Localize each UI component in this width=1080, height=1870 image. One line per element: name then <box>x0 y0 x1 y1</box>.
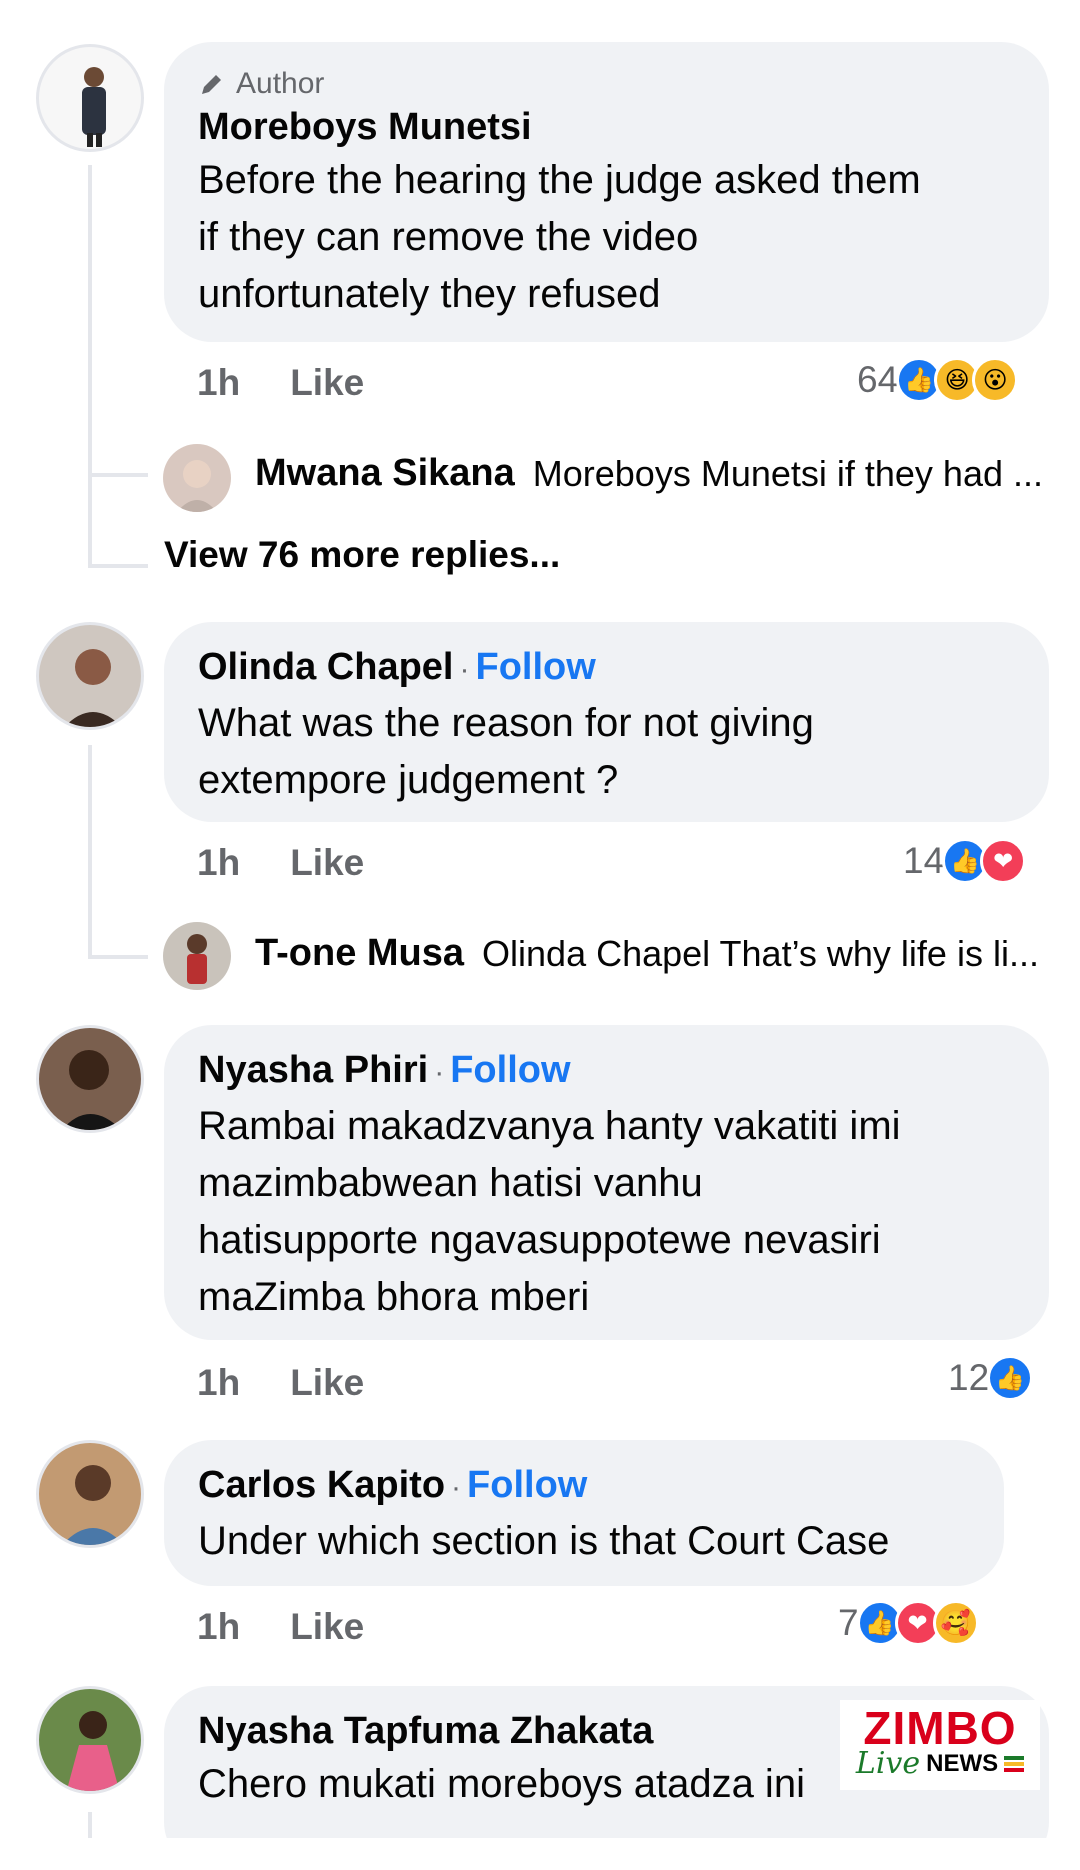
comment-text-line: hatisupporte ngavasuppotewe nevasiri <box>198 1218 881 1262</box>
reply-author[interactable]: T-one Musa <box>255 932 464 975</box>
avatar[interactable] <box>36 622 144 730</box>
love-icon: ❤ <box>980 838 1027 884</box>
commenter-header: Nyasha Phiri · Follow <box>198 1049 571 1091</box>
comment-meta: 1h Like <box>197 1606 364 1648</box>
zimbo-live-news-watermark: ZIMBO Live NEWS <box>840 1700 1040 1790</box>
reaction-summary[interactable]: 64 👍 😆 😮 <box>857 357 1019 403</box>
reply-preview[interactable]: Mwana Sikana Moreboys Munetsi if they ha… <box>255 452 1043 495</box>
follow-button[interactable]: Follow <box>475 646 595 688</box>
person-icon <box>64 649 122 727</box>
timestamp[interactable]: 1h <box>197 362 240 404</box>
commenter-header: Carlos Kapito · Follow <box>198 1464 588 1506</box>
reaction-count: 12 <box>948 1357 990 1398</box>
reaction-count: 14 <box>903 840 945 881</box>
timestamp[interactable]: 1h <box>197 1606 240 1648</box>
person-icon <box>177 460 217 512</box>
comment-text-line: Before the hearing the judge asked them <box>198 158 921 202</box>
thread-line <box>88 745 92 955</box>
thread-line <box>88 955 148 959</box>
comment-meta: 1h Like <box>197 842 364 884</box>
follow-button[interactable]: Follow <box>450 1049 570 1091</box>
author-label: Author <box>236 67 325 100</box>
comment-text-line: Rambai makadzvanya hanty vakatiti imi <box>198 1104 901 1148</box>
comment-text: Rambai makadzvanya hanty vakatiti imi ma… <box>198 1098 1015 1326</box>
commenter-name[interactable]: Olinda Chapel <box>198 646 453 688</box>
comment-meta: 1h Like <box>197 1362 364 1404</box>
avatar[interactable] <box>163 922 231 990</box>
watermark-news: NEWS <box>926 1749 999 1777</box>
comment-text: What was the reason for not giving extem… <box>198 695 1015 809</box>
reply-text: Moreboys Munetsi if they had ... <box>532 452 1044 494</box>
avatar[interactable] <box>36 44 144 152</box>
comment-text-line: extempore judgement ? <box>198 758 619 802</box>
comment-bubble: Olinda Chapel · Follow What was the reason… <box>164 622 1049 822</box>
reply-preview[interactable]: T-one Musa Olinda Chapel That’s why life… <box>255 932 1039 975</box>
timestamp[interactable]: 1h <box>197 1362 240 1404</box>
comment-text-line: if they can remove the video <box>198 215 699 259</box>
comment-text: Under which section is that Court Case <box>198 1513 970 1570</box>
comment-text-line: mazimbabwean hatisi vanhu <box>198 1161 703 1205</box>
like-icon: 👍 <box>987 1355 1034 1401</box>
person-icon <box>187 934 207 984</box>
pencil-icon <box>202 75 221 94</box>
bottom-fade <box>0 1838 1080 1870</box>
person-icon <box>66 1711 120 1791</box>
commenter-name[interactable]: Nyasha Phiri <box>198 1049 428 1091</box>
comment-text-line: What was the reason for not giving <box>198 701 814 745</box>
comment-text: Before the hearing the judge asked them … <box>198 152 1015 323</box>
thread-line <box>88 473 148 477</box>
timestamp[interactable]: 1h <box>197 842 240 884</box>
thread-line <box>88 165 92 565</box>
author-badge: Author <box>198 66 1015 102</box>
comment-text-line: unfortunately they refused <box>198 272 661 316</box>
like-button[interactable]: Like <box>290 842 364 884</box>
watermark-brand: ZIMBO <box>863 1702 1017 1754</box>
flag-bars-icon <box>1004 1755 1025 1772</box>
reaction-summary[interactable]: 7 👍 ❤ 🥰 <box>838 1600 979 1646</box>
view-more-replies-link[interactable]: View 76 more replies... <box>164 534 560 576</box>
avatar[interactable] <box>163 444 231 512</box>
comment-bubble: Nyasha Phiri · Follow Rambai makadzvanya h… <box>164 1025 1049 1340</box>
comment-text-line: maZimba bhora mberi <box>198 1275 590 1319</box>
comment-meta: 1h Like <box>197 362 364 404</box>
reaction-summary[interactable]: 12 👍 <box>948 1355 1034 1401</box>
commenter-name[interactable]: Moreboys Munetsi <box>198 102 1015 152</box>
avatar[interactable] <box>36 1686 144 1794</box>
wow-icon: 😮 <box>972 357 1019 403</box>
person-icon <box>82 67 106 147</box>
reaction-count: 7 <box>838 1602 859 1643</box>
avatar[interactable] <box>36 1440 144 1548</box>
person-icon <box>61 1050 122 1130</box>
follow-button[interactable]: Follow <box>467 1464 587 1506</box>
watermark-live: Live <box>855 1746 921 1781</box>
comment-bubble: Carlos Kapito · Follow Under which section… <box>164 1440 1004 1586</box>
reaction-summary[interactable]: 14 👍 ❤ <box>903 838 1027 884</box>
comment-text-line: Under which section is that Court Case <box>198 1519 890 1563</box>
like-button[interactable]: Like <box>290 1362 364 1404</box>
reaction-count: 64 <box>857 359 899 400</box>
avatar[interactable] <box>36 1025 144 1133</box>
care-icon: 🥰 <box>932 1600 979 1646</box>
like-button[interactable]: Like <box>290 362 364 404</box>
reply-author[interactable]: Mwana Sikana <box>255 452 515 495</box>
comment-bubble: Author Moreboys Munetsi Before the heari… <box>164 42 1049 342</box>
thread-line <box>88 564 148 568</box>
reply-text: Olinda Chapel That’s why life is li... <box>482 932 1039 974</box>
like-button[interactable]: Like <box>290 1606 364 1648</box>
commenter-name[interactable]: Carlos Kapito <box>198 1464 445 1506</box>
person-icon <box>62 1465 124 1545</box>
commenter-header: Olinda Chapel · Follow <box>198 646 596 688</box>
